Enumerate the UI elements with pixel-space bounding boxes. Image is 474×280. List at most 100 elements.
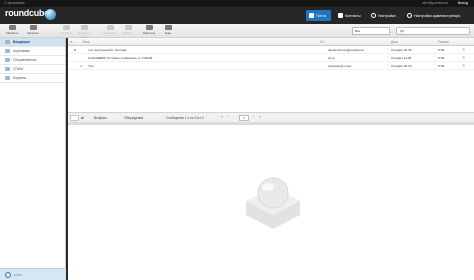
folder-label: Отправленные — [13, 58, 37, 62]
message-size: 0 КБ — [438, 56, 445, 60]
roundcube-watermark-icon — [246, 177, 300, 229]
contacts-icon — [338, 13, 343, 18]
folder-sidebar: Входящие Черновики Отправленные СПАМ Кор… — [0, 38, 66, 280]
table-row[interactable]: OnlineEBMS Тестовое сообщение от VVADM y… — [68, 54, 474, 62]
column-size[interactable]: Размер — [438, 40, 449, 44]
nav-settings-label: Настройки — [378, 13, 396, 18]
folder-spam[interactable]: СПАМ — [0, 65, 65, 74]
column-subject[interactable]: Тема — [82, 40, 90, 44]
quota-bar — [14, 274, 22, 276]
message-from: alexandr.inux@pochta.net — [328, 48, 364, 52]
trash-icon — [5, 76, 10, 80]
list-options-icon[interactable]: ⚙ — [70, 40, 73, 44]
nav-contacts[interactable]: Контакты — [335, 10, 367, 21]
compose-icon — [29, 25, 37, 30]
reply-all-button[interactable]: Ответить всем — [75, 25, 93, 39]
flag-icon[interactable] — [462, 48, 465, 51]
refresh-button[interactable]: Обновить — [3, 25, 21, 37]
reply-all-icon — [80, 25, 88, 30]
message-subject: Тест — [88, 64, 95, 68]
folder-drafts[interactable]: Черновики — [0, 47, 65, 56]
flag-icon[interactable] — [462, 56, 465, 59]
first-page-icon[interactable]: « — [221, 115, 223, 119]
top-info-bar: О программе alex@pochta.net Выход — [0, 0, 474, 7]
message-date: Сегодня 02:46 — [391, 48, 412, 52]
prev-page-icon[interactable]: ‹ — [228, 115, 229, 119]
refresh-icon — [8, 25, 16, 30]
nav-admin-label: Настройки администратора — [414, 13, 461, 18]
forward-label: Переслать — [103, 31, 117, 35]
more-icon — [164, 25, 172, 30]
drafts-icon — [5, 49, 10, 53]
page-input[interactable]: 1 — [239, 115, 249, 121]
folder-settings-icon[interactable] — [5, 272, 11, 278]
message-from: Александр слых — [328, 64, 352, 68]
column-from[interactable]: От — [320, 40, 324, 44]
forward-button[interactable]: Переслать — [101, 25, 119, 37]
flag-icon[interactable] — [462, 64, 465, 67]
preview-pane — [68, 125, 474, 280]
admin-gear-icon — [407, 13, 412, 18]
nav-contacts-label: Контакты — [345, 13, 361, 18]
folder-sent[interactable]: Отправленные — [0, 56, 65, 65]
nav-mail[interactable]: Почта — [306, 10, 331, 21]
reply-icon: ↩ — [80, 64, 83, 68]
column-date[interactable]: Дата — [391, 40, 398, 44]
list-footer: ⇄ Выбрать Обсуждения Сообщения с 1 по 3 … — [68, 112, 474, 122]
table-row[interactable]: ↩ Тест Александр слых Сегодня 00:20 0 КБ — [68, 62, 474, 70]
message-list: ⚙ Тема От Дата Размер ● тест внутренней … — [68, 38, 474, 122]
reply-label: Ответить — [60, 31, 72, 35]
logo: roundcube — [5, 8, 49, 18]
message-subject: OnlineEBMS Тестовое сообщение от VVADM — [88, 56, 153, 60]
folder-label: СПАМ — [13, 67, 23, 71]
flag-icon — [145, 25, 153, 30]
select-menu[interactable]: Выбрать — [94, 115, 107, 121]
logo-icon — [45, 9, 56, 20]
mark-label: Пометить — [142, 31, 156, 35]
more-button[interactable]: Ещё — [159, 25, 177, 37]
trash-icon — [124, 25, 132, 30]
last-page-icon[interactable]: » — [259, 115, 261, 119]
folder-label: Корзина — [13, 76, 26, 80]
message-size: 0 КБ — [438, 48, 445, 52]
table-row[interactable]: ● тест внутренней с почтами alexandr.inu… — [68, 46, 474, 54]
mail-icon — [309, 13, 314, 18]
search-scope-select[interactable]: Все — [352, 27, 390, 35]
sidebar-footer — [0, 268, 66, 280]
refresh-label: Обновить — [5, 31, 19, 35]
nav-mail-label: Почта — [316, 13, 326, 18]
threads-toggle-icon[interactable]: ⇄ — [81, 115, 84, 121]
nav-settings[interactable]: Настройки — [368, 10, 402, 21]
nav-admin-settings[interactable]: Настройки администратора — [404, 10, 472, 21]
message-count: Сообщения с 1 по 3 из 3 — [166, 116, 204, 120]
more-label: Ещё — [165, 31, 171, 35]
reply-icon — [62, 25, 70, 30]
threads-menu[interactable]: Обсуждения — [124, 115, 143, 121]
list-header: ⚙ Тема От Дата Размер — [68, 38, 474, 46]
delete-button[interactable]: Удалить — [119, 25, 137, 37]
message-date: Сегодня 11:05 — [391, 56, 412, 60]
next-page-icon[interactable]: › — [253, 115, 254, 119]
message-size: 0 КБ — [438, 64, 445, 68]
username-label: alex@pochta.net — [422, 1, 449, 5]
app-header: roundcube Почта Контакты Настройки Настр… — [0, 7, 474, 24]
list-view-icon[interactable] — [70, 115, 79, 121]
search-input[interactable]: Q▾ — [396, 27, 470, 35]
folder-inbox[interactable]: Входящие — [0, 38, 65, 47]
unread-icon: ● — [74, 48, 76, 52]
reply-button[interactable]: Ответить — [57, 25, 75, 37]
logout-link[interactable]: Выход — [458, 0, 468, 7]
folder-trash[interactable]: Корзина — [0, 74, 65, 83]
mark-button[interactable]: Пометить — [140, 25, 158, 37]
sent-icon — [5, 58, 10, 62]
forward-icon — [106, 25, 114, 30]
folder-label: Черновики — [13, 49, 30, 53]
about-link[interactable]: О программе — [4, 0, 25, 7]
toolbar: Обновить Написать Ответить Ответить всем… — [0, 24, 474, 39]
spam-icon — [5, 67, 10, 71]
folder-label: Входящие — [13, 40, 31, 44]
compose-label: Написать — [26, 31, 40, 35]
delete-label: Удалить — [122, 31, 134, 35]
compose-button[interactable]: Написать — [24, 25, 42, 37]
gear-icon — [371, 13, 376, 18]
